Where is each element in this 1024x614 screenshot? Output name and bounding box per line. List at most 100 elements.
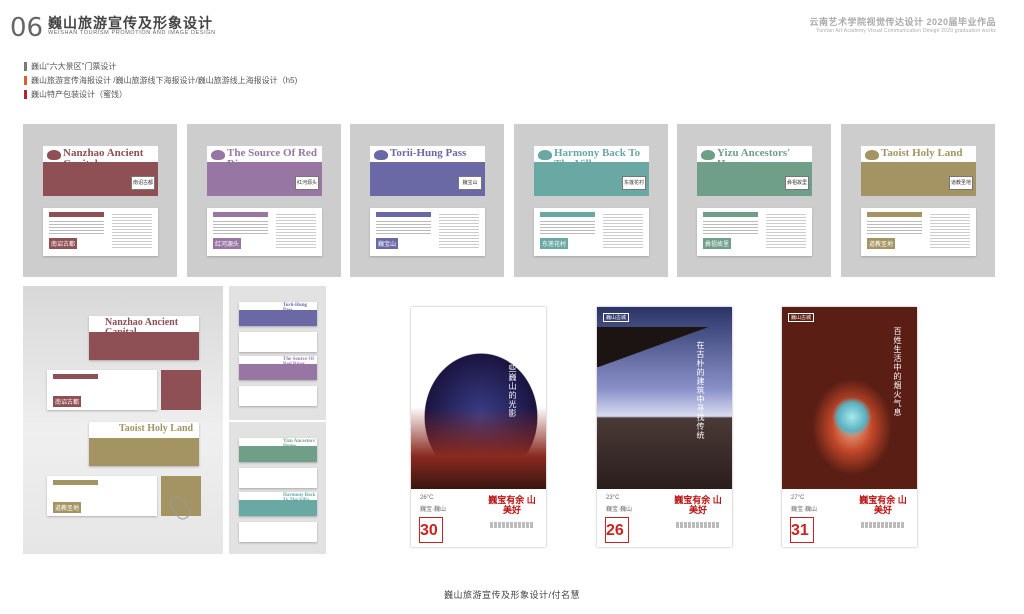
poster-logo: 巍山古城	[417, 313, 444, 322]
ticket-info-lines	[867, 221, 922, 235]
poster-footnote	[861, 522, 905, 528]
ticket-front: Nanzhao Ancient Capital 南诏古都	[43, 146, 158, 196]
ticket-front: Torii-Hung Pass 巍宝山	[370, 146, 485, 196]
ticket-title: Nanzhao Ancient Capital	[105, 317, 179, 338]
poster-date: 31	[791, 522, 809, 539]
ticket-front-yizu: Yizu Ancestors' Home	[239, 438, 317, 462]
school-name-en: Yunnan Art Academy Visual Communication …	[816, 28, 996, 34]
ticket-back-nanzhao: 南诏古都	[47, 370, 157, 410]
cloud-icon	[211, 150, 225, 160]
ticket-description	[930, 214, 970, 250]
ticket-stub-label: 南诏古都	[131, 176, 155, 190]
ticket-card: Taoist Holy Land 道教圣地 道教圣地	[841, 124, 995, 277]
ticket-stub-label: 红河源头	[295, 176, 319, 190]
poster-logo: 巍山古城	[603, 313, 630, 322]
poster-vertical-text: 想念那些巍山的光影	[508, 337, 517, 418]
ticket-title: Harmony Back To The Villa	[554, 147, 641, 170]
cloud-icon	[374, 150, 388, 160]
ticket-showcase-large: Nanzhao Ancient Capital 南诏古都 Taoist Holy…	[23, 286, 223, 554]
ticket-back: 彝祖故里	[697, 208, 812, 256]
poster-3: 巍山古城 百姓生活中的烟火气息 27°C 巍宝·巍山 31 巍宝有余 山美好	[782, 307, 917, 547]
ticket-back: 红河源头	[207, 208, 322, 256]
poster-brand: 巍宝有余 山美好	[488, 495, 536, 515]
ticket-cn-label: 彝祖故里	[703, 238, 732, 249]
ticket-showcase-purple: Torii-Hung Pass The Source Of Red River	[229, 286, 326, 420]
ticket-stub-label: 彝祖故里	[785, 176, 809, 190]
ticket-back: 道教圣地	[861, 208, 976, 256]
ticket-card: Nanzhao Ancient Capital 南诏古都 南诏古都	[23, 124, 177, 277]
poster-1: 巍山古城 想念那些巍山的光影 26°C 巍宝·巍山 30 巍宝有余 山美好	[411, 307, 546, 547]
ticket-title: Taoist Holy Land	[119, 423, 194, 434]
legend-label: 巍山特产包装设计（蜜饯）	[31, 90, 127, 99]
ticket-front: Harmony Back To The Villa 东莲花村	[534, 146, 649, 196]
school-name: 云南艺术学院视觉传达设计 2020届毕业作品	[809, 17, 996, 27]
ticket-title: Yizu Ancestors' Home	[717, 147, 791, 170]
cloud-icon	[47, 150, 61, 160]
poster-brand: 巍宝有余 山美好	[859, 495, 907, 515]
ticket-header-bar	[703, 212, 758, 217]
ticket-card: Harmony Back To The Villa 东莲花村 东莲花村	[514, 124, 668, 277]
ticket-header-bar	[49, 212, 104, 217]
ticket-back-taoist: 道教圣地	[47, 476, 157, 516]
ticket-front-nanzhao: Nanzhao Ancient Capital	[89, 316, 199, 360]
ticket-cn-label: 巍宝山	[376, 238, 399, 249]
ticket-color-band	[89, 438, 199, 466]
ticket-cn-label: 红河源头	[213, 238, 242, 249]
cloud-icon	[538, 150, 552, 160]
ticket-cn-label: 道教圣地	[867, 238, 896, 249]
ticket-info-lines	[213, 221, 268, 235]
legend-item-posters: 巍山旅游宣传海报设计 /巍山旅游线下海报设计/巍山旅游线上海报设计（h5)	[24, 75, 297, 86]
ticket-front: Taoist Holy Land 道教圣地	[861, 146, 976, 196]
ticket-front-harmony: Harmony Back To The Villa	[239, 492, 317, 516]
poster-vertical-text: 在古朴的建筑中寻找传统	[696, 341, 705, 440]
ticket-description	[276, 214, 316, 250]
poster-date: 30	[420, 522, 438, 539]
ticket-cn-label: 南诏古都	[49, 238, 78, 249]
ticket-header-bar	[540, 212, 595, 217]
poster-location: 巍宝·巍山	[606, 507, 632, 513]
poster-location: 巍宝·巍山	[791, 507, 817, 513]
ticket-description	[439, 214, 479, 250]
ticket-card: Torii-Hung Pass 巍宝山巍宝山	[350, 124, 504, 277]
poster-temperature: 23°C	[606, 495, 620, 501]
ticket-cn-label: 东莲花村	[540, 238, 569, 249]
cloud-icon	[865, 150, 879, 160]
legend-swatch	[24, 62, 27, 71]
ticket-front: Yizu Ancestors' Home 彝祖故里	[697, 146, 812, 196]
poster-2: 巍山古城 在古朴的建筑中寻找传统 23°C 巍宝·巍山 26 巍宝有余 山美好	[597, 307, 732, 547]
ticket-header-bar	[53, 374, 98, 379]
ticket-showcase-green: Yizu Ancestors' Home Harmony Back To The…	[229, 422, 326, 554]
poster-location: 巍宝·巍山	[420, 507, 446, 513]
ticket-header-bar	[53, 480, 98, 485]
poster-footnote	[490, 522, 534, 528]
ticket-info-lines	[49, 221, 104, 235]
ticket-title: Harmony Back To The Villa	[283, 493, 316, 503]
ticket-front-taoist: Taoist Holy Land	[89, 422, 199, 466]
ticket-title: Taoist Holy Land	[881, 147, 963, 159]
ticket-title: Nanzhao Ancient Capital	[63, 147, 144, 170]
poster-photo	[411, 307, 546, 489]
legend-swatch	[24, 90, 27, 99]
cloud-icon	[701, 150, 715, 160]
legend-swatch	[24, 76, 27, 85]
ticket-front-redriver: The Source Of Red River	[239, 356, 317, 380]
page-number: 06	[10, 13, 44, 43]
ticket-back-redriver	[239, 386, 317, 406]
ticket-stub-nanzhao	[161, 370, 201, 410]
ticket-info-lines	[540, 221, 595, 235]
ticket-header-bar	[867, 212, 922, 217]
legend-item-packaging: 巍山特产包装设计（蜜饯）	[24, 89, 127, 100]
ticket-stub-label: 东莲花村	[622, 176, 646, 190]
ticket-back: 南诏古都	[43, 208, 158, 256]
page-footer: 巍山旅游宣传及形象设计/付名慧	[443, 590, 580, 600]
legend-label: 巍山旅游宣传海报设计 /巍山旅游线下海报设计/巍山旅游线上海报设计（h5)	[31, 76, 298, 85]
fire-glow	[832, 397, 872, 437]
poster-temperature: 27°C	[791, 495, 805, 501]
ticket-stub-label: 道教圣地	[949, 176, 973, 190]
ticket-title: Yizu Ancestors' Home	[283, 439, 317, 449]
ticket-description	[603, 214, 643, 250]
ticket-info-lines	[376, 221, 431, 235]
ticket-title: Torii-Hung Pass	[390, 147, 467, 159]
ticket-card: The Source Of Red River 红河源头 红河源头	[187, 124, 341, 277]
ticket-header-bar	[376, 212, 431, 217]
